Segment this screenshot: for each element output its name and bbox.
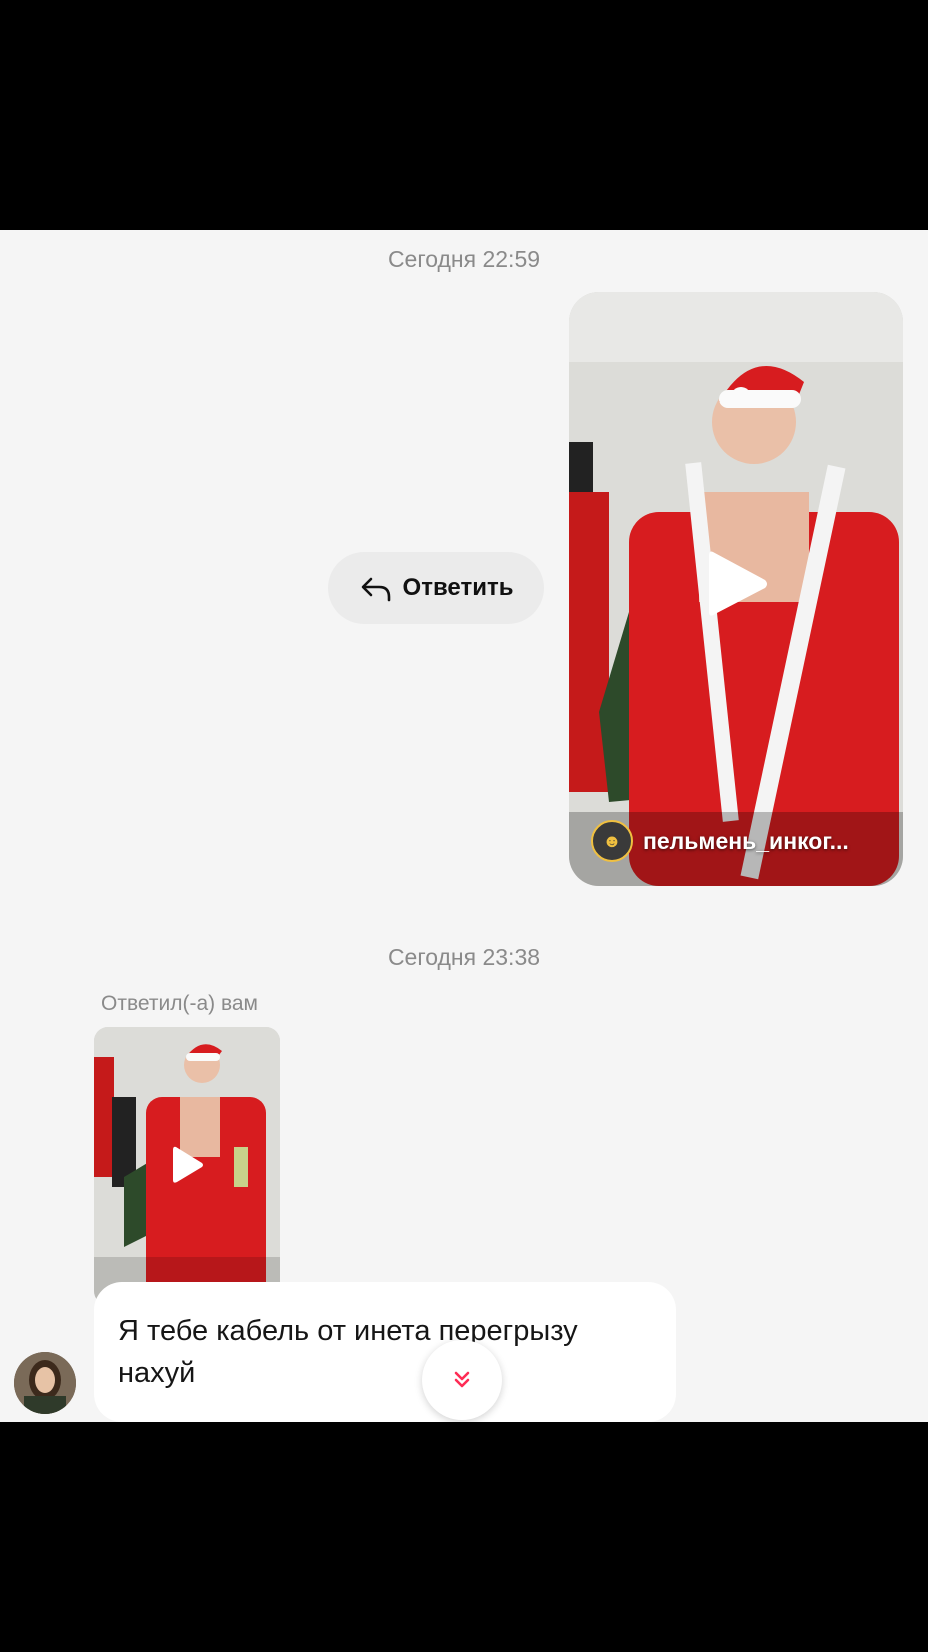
bottom-black-bar (0, 1422, 928, 1652)
scroll-to-bottom-button[interactable] (422, 1340, 502, 1420)
replied-video-thumbnail[interactable] (94, 1027, 280, 1305)
incoming-message-bubble[interactable]: Я тебе кабель от инета перегрызу нахуй (94, 1282, 676, 1422)
replied-to-you-label: Ответил(-а) вам (101, 992, 258, 1015)
play-icon[interactable] (707, 548, 769, 620)
shared-video-card[interactable]: ☻ пельмень_инког... (569, 292, 903, 886)
sender-avatar-image (14, 1352, 76, 1414)
top-black-bar (0, 0, 928, 230)
play-icon[interactable] (172, 1145, 204, 1185)
timestamp-first: Сегодня 22:59 (387, 246, 541, 272)
reply-arrow-icon (361, 577, 390, 602)
sender-avatar[interactable] (14, 1352, 76, 1414)
author-avatar-icon: ☻ (591, 820, 633, 862)
timestamp-second: Сегодня 23:38 (387, 944, 541, 970)
incoming-message-text: Я тебе кабель от инета перегрызу нахуй (118, 1315, 578, 1389)
video-author-name: пельмень_инког... (643, 827, 849, 854)
video-author[interactable]: ☻ пельмень_инког... (591, 820, 849, 862)
reply-button-label: Ответить (402, 574, 514, 601)
reply-button[interactable]: Ответить (328, 552, 544, 624)
chat-thread[interactable]: Сегодня 22:59 Ответить ☻ пельмень_инког.… (0, 230, 928, 1422)
chevron-double-down-icon (454, 1371, 470, 1388)
